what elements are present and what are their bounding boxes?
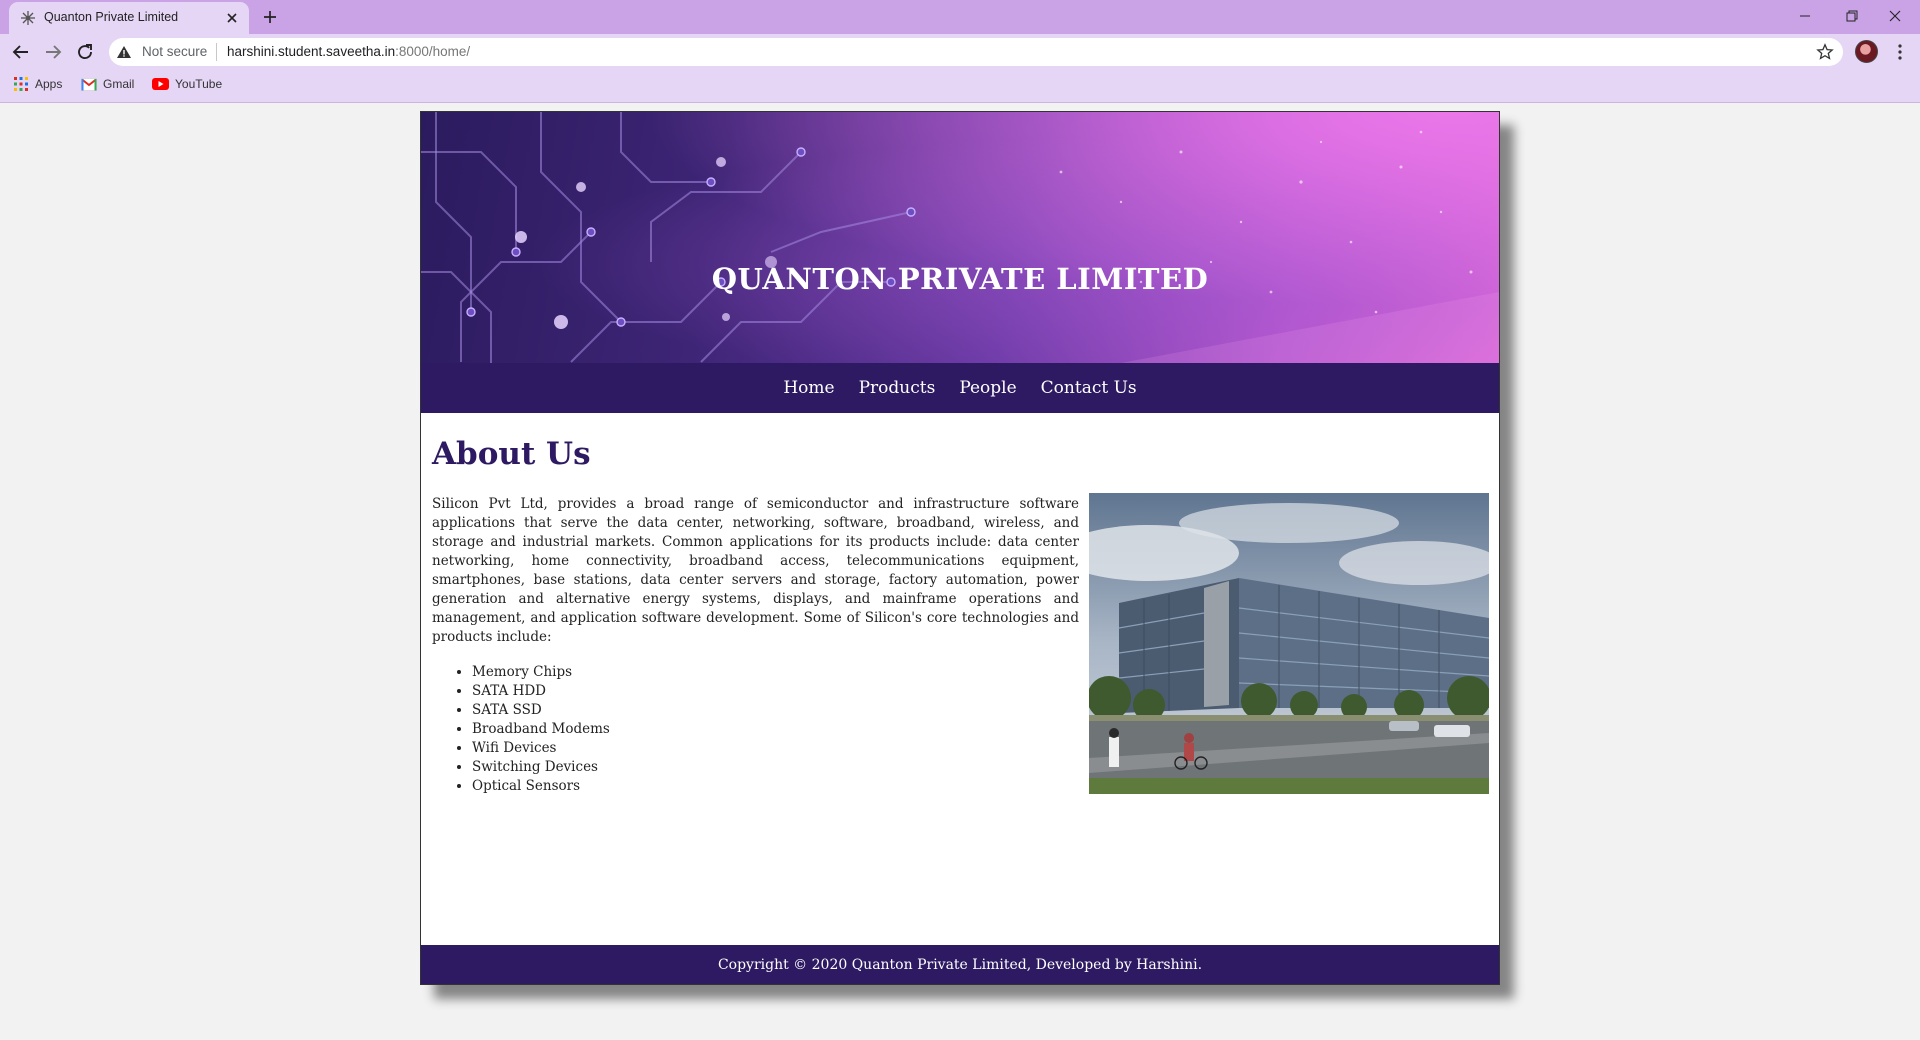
- forward-arrow-icon[interactable]: [42, 41, 64, 63]
- site-footer: Copyright © 2020 Quanton Private Limited…: [421, 945, 1499, 984]
- list-item: Switching Devices: [472, 758, 610, 777]
- list-item: Broadband Modems: [472, 720, 610, 739]
- restore-icon[interactable]: [1838, 5, 1864, 27]
- about-heading: About Us: [432, 436, 591, 472]
- warning-icon[interactable]: [116, 44, 132, 60]
- youtube-icon: [152, 78, 169, 90]
- profile-avatar[interactable]: [1855, 40, 1878, 63]
- address-separator: [216, 43, 217, 61]
- site-title: QUANTON PRIVATE LIMITED: [711, 262, 1209, 296]
- gmail-icon: [81, 77, 97, 91]
- bookmark-gmail[interactable]: Gmail: [81, 75, 134, 93]
- nav-people[interactable]: People: [959, 378, 1016, 398]
- bookmark-label: Apps: [35, 77, 63, 91]
- more-menu-icon[interactable]: [1890, 42, 1910, 62]
- bookmark-star-icon[interactable]: [1816, 43, 1834, 61]
- tab-strip: Quanton Private Limited: [0, 0, 1920, 34]
- nav-home[interactable]: Home: [783, 378, 834, 398]
- list-item: SATA SSD: [472, 701, 610, 720]
- list-item: Wifi Devices: [472, 739, 610, 758]
- copyright-text: Copyright © 2020 Quanton Private Limited…: [717, 957, 1203, 973]
- list-item: Optical Sensors: [472, 777, 610, 796]
- site-container: QUANTON PRIVATE LIMITED Home Products Pe…: [420, 111, 1500, 985]
- tab-title: Quanton Private Limited: [44, 10, 179, 24]
- favicon-icon: [21, 11, 35, 25]
- bookmark-youtube[interactable]: YouTube: [152, 75, 222, 93]
- security-label[interactable]: Not secure: [142, 44, 207, 59]
- bookmark-label: YouTube: [175, 77, 223, 91]
- nav-products[interactable]: Products: [859, 378, 936, 398]
- apps-grid-icon: [14, 77, 28, 91]
- browser-tab[interactable]: Quanton Private Limited: [9, 2, 249, 34]
- new-tab-icon[interactable]: [260, 7, 280, 27]
- header-banner: QUANTON PRIVATE LIMITED: [421, 112, 1499, 363]
- product-list: Memory Chips SATA HDD SATA SSD Broadband…: [472, 663, 610, 796]
- bookmark-apps[interactable]: Apps: [13, 75, 62, 93]
- close-tab-icon[interactable]: [223, 9, 241, 27]
- url-text[interactable]: harshini.student.saveetha.in:8000/home/: [227, 44, 470, 59]
- about-paragraph: Silicon Pvt Ltd, provides a broad range …: [432, 496, 1079, 645]
- back-arrow-icon[interactable]: [10, 41, 32, 63]
- circuit-pattern-image: [421, 112, 1499, 363]
- list-item: SATA HDD: [472, 682, 610, 701]
- main-navigation: Home Products People Contact Us: [421, 363, 1499, 413]
- bookmark-label: Gmail: [103, 77, 135, 91]
- minimize-icon[interactable]: [1792, 5, 1818, 27]
- reload-icon[interactable]: [74, 41, 96, 63]
- close-window-icon[interactable]: [1882, 5, 1908, 27]
- url-path: :8000/home/: [395, 44, 471, 59]
- url-host: harshini.student.saveetha.in: [227, 44, 396, 59]
- browser-chrome: Quanton Private Limited Not secure harsh…: [0, 0, 1920, 103]
- list-item: Memory Chips: [472, 663, 610, 682]
- office-building-image: [1089, 493, 1489, 794]
- nav-contact-us[interactable]: Contact Us: [1041, 378, 1137, 398]
